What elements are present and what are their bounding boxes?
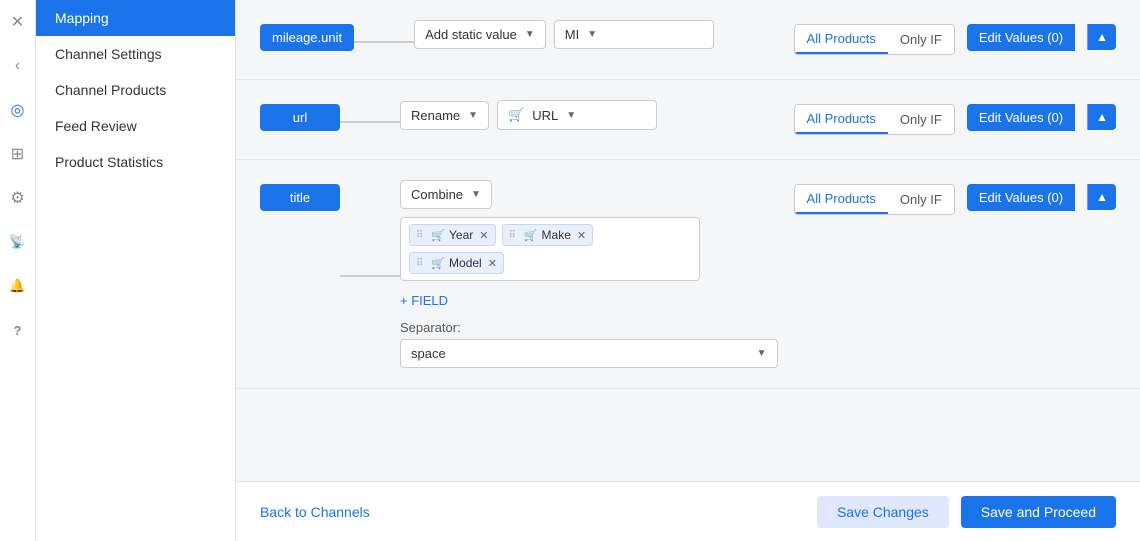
connector-line <box>354 41 414 43</box>
url-field[interactable]: url <box>260 104 340 131</box>
drag-handle-icon: ⠿ <box>416 230 423 241</box>
mileage-filter-group: All Products Only IF <box>794 24 955 55</box>
chevron-down-icon: ▼ <box>757 348 767 359</box>
title-only-if-btn[interactable]: Only IF <box>888 185 954 214</box>
url-controls: Rename ▼ 🛒 URL ▼ <box>400 100 778 130</box>
drag-handle-icon: ⠿ <box>416 258 423 269</box>
sidebar: Mapping Channel Settings Channel Product… <box>36 0 236 541</box>
mileage-edit-values-btn[interactable]: Edit Values (0) <box>967 24 1075 51</box>
title-row: title Combine ▼ ⠿ 🛒 Year ✕ <box>236 160 1140 389</box>
sidebar-item-channel-settings[interactable]: Channel Settings <box>36 36 235 72</box>
url-only-if-btn[interactable]: Only IF <box>888 105 954 134</box>
mileage-only-if-btn[interactable]: Only IF <box>888 25 954 54</box>
url-edit-values-btn[interactable]: Edit Values (0) <box>967 104 1075 131</box>
title-controls: Combine ▼ ⠿ 🛒 Year ✕ ⠿ <box>400 180 778 368</box>
sidebar-item-product-statistics[interactable]: Product Statistics <box>36 144 235 180</box>
url-expand-btn[interactable]: ▲ <box>1087 104 1116 130</box>
mileage-row: mileage.unit Add static value ▼ MI ▼ All… <box>236 0 1140 80</box>
sidebar-item-mapping[interactable]: Mapping <box>36 0 235 36</box>
main-content-area: mileage.unit Add static value ▼ MI ▼ All… <box>236 0 1140 541</box>
title-expand-btn[interactable]: ▲ <box>1087 184 1116 210</box>
model-tag-label: Model <box>449 256 482 270</box>
mileage-action-label: Add static value <box>425 27 517 42</box>
footer: Back to Channels Save Changes Save and P… <box>236 481 1140 541</box>
save-and-proceed-btn[interactable]: Save and Proceed <box>961 496 1116 528</box>
url-action-dropdown[interactable]: Rename ▼ <box>400 101 489 130</box>
separator-label: Separator: <box>400 320 778 335</box>
make-tag-label: Make <box>542 228 571 242</box>
chevron-down-icon: ▼ <box>525 29 535 40</box>
sidebar-item-feed-review[interactable]: Feed Review <box>36 108 235 144</box>
cart-icon: 🛒 <box>431 229 445 242</box>
chevron-down-icon: ▼ <box>471 189 481 200</box>
model-tag: ⠿ 🛒 Model ✕ <box>409 252 504 274</box>
back-to-channels-link[interactable]: Back to Channels <box>260 504 370 520</box>
separator-value: space <box>411 346 446 361</box>
close-icon[interactable]: ✕ <box>4 8 32 36</box>
back-icon[interactable]: ‹ <box>4 52 32 80</box>
title-tags-container: ⠿ 🛒 Year ✕ ⠿ 🛒 Make ✕ <box>400 217 700 281</box>
chevron-down-icon: ▼ <box>587 29 597 40</box>
url-row: url Rename ▼ 🛒 URL ▼ All Produ <box>236 80 1140 160</box>
year-tag-close-icon[interactable]: ✕ <box>479 229 488 242</box>
bell-icon[interactable]: 🔔 <box>4 272 32 300</box>
url-action-label: Rename <box>411 108 460 123</box>
mileage-controls: Add static value ▼ MI ▼ <box>414 20 777 49</box>
chevron-down-icon: ▼ <box>566 110 576 121</box>
url-value-label: URL <box>532 108 558 123</box>
footer-buttons: Save Changes Save and Proceed <box>817 496 1116 528</box>
mileage-top-row: Add static value ▼ MI ▼ <box>414 20 777 49</box>
make-tag: ⠿ 🛒 Make ✕ <box>502 224 594 246</box>
broadcast-icon[interactable]: 📡 <box>4 228 32 256</box>
mileage-value-dropdown[interactable]: MI ▼ <box>554 20 714 49</box>
add-field-btn[interactable]: + FIELD <box>400 289 448 312</box>
mileage-right-controls: All Products Only IF Edit Values (0) ▲ <box>778 20 1116 55</box>
separator-dropdown[interactable]: space ▼ <box>400 339 778 368</box>
url-top-row: Rename ▼ 🛒 URL ▼ <box>400 100 778 130</box>
url-value-dropdown[interactable]: 🛒 URL ▼ <box>497 100 657 130</box>
url-cart-icon: 🛒 <box>508 107 524 123</box>
gear-icon[interactable]: ⚙ <box>4 184 32 212</box>
mileage-all-products-btn[interactable]: All Products <box>795 25 888 54</box>
circle-icon[interactable]: ◎ <box>4 96 32 124</box>
title-edit-values-btn[interactable]: Edit Values (0) <box>967 184 1075 211</box>
url-all-products-btn[interactable]: All Products <box>795 105 888 134</box>
chevron-down-icon: ▼ <box>468 110 478 121</box>
grid-icon[interactable]: ⊞ <box>4 140 32 168</box>
title-field[interactable]: title <box>260 184 340 211</box>
mapping-content: mileage.unit Add static value ▼ MI ▼ All… <box>236 0 1140 541</box>
icon-strip: ✕ ‹ ◎ ⊞ ⚙ 📡 🔔 ? <box>0 0 36 541</box>
connector-line <box>340 275 400 277</box>
make-tag-close-icon[interactable]: ✕ <box>577 229 586 242</box>
url-right-controls: All Products Only IF Edit Values (0) ▲ <box>778 100 1116 135</box>
year-tag-label: Year <box>449 228 473 242</box>
title-filter-group: All Products Only IF <box>794 184 955 215</box>
title-all-products-btn[interactable]: All Products <box>795 185 888 214</box>
separator-row: Separator: space ▼ <box>400 320 778 368</box>
url-filter-group: All Products Only IF <box>794 104 955 135</box>
save-changes-btn[interactable]: Save Changes <box>817 496 949 528</box>
mileage-value-label: MI <box>565 27 579 42</box>
mileage-expand-btn[interactable]: ▲ <box>1087 24 1116 50</box>
title-action-label: Combine <box>411 187 463 202</box>
cart-icon: 🛒 <box>524 229 538 242</box>
sidebar-item-channel-products[interactable]: Channel Products <box>36 72 235 108</box>
drag-handle-icon: ⠿ <box>509 230 516 241</box>
cart-icon: 🛒 <box>431 257 445 270</box>
year-tag: ⠿ 🛒 Year ✕ <box>409 224 496 246</box>
title-action-dropdown[interactable]: Combine ▼ <box>400 180 492 209</box>
mileage-action-dropdown[interactable]: Add static value ▼ <box>414 20 546 49</box>
title-top-row: Combine ▼ ⠿ 🛒 Year ✕ ⠿ <box>400 180 778 281</box>
connector-line <box>340 121 400 123</box>
add-field-row: + FIELD <box>400 289 778 312</box>
mileage-unit-field[interactable]: mileage.unit <box>260 24 354 51</box>
title-right-controls: All Products Only IF Edit Values (0) ▲ <box>778 180 1116 215</box>
model-tag-close-icon[interactable]: ✕ <box>488 257 497 270</box>
question-icon[interactable]: ? <box>4 316 32 344</box>
